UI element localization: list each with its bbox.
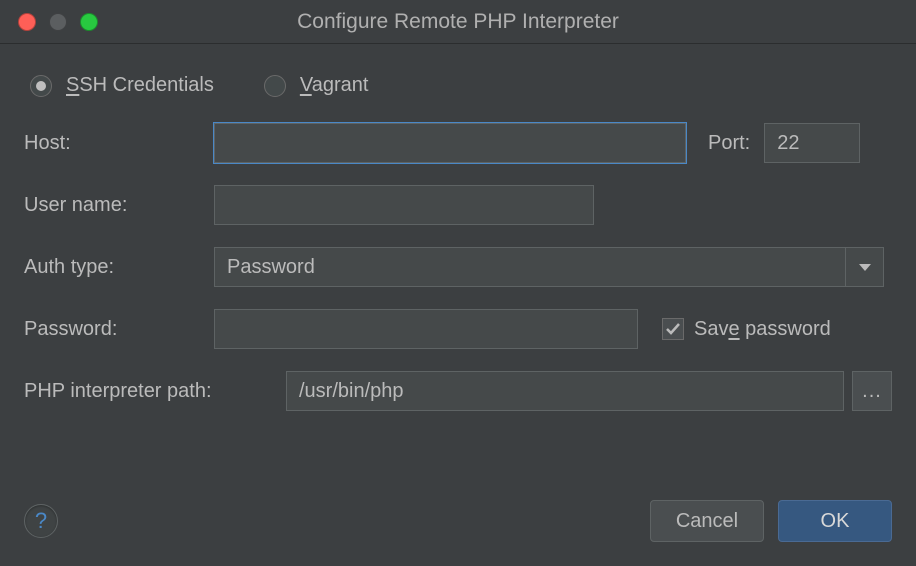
- traffic-lights: [0, 13, 98, 31]
- window-close-button[interactable]: [18, 13, 36, 31]
- auth-type-select[interactable]: Password: [214, 247, 884, 287]
- username-input[interactable]: [214, 185, 594, 225]
- connection-type-group: SSH Credentials Vagrant: [24, 74, 892, 97]
- password-input[interactable]: [214, 309, 638, 349]
- radio-icon: [30, 75, 52, 97]
- ok-button[interactable]: OK: [778, 500, 892, 542]
- window-zoom-button[interactable]: [80, 13, 98, 31]
- ssh-credentials-radio[interactable]: SSH Credentials: [30, 74, 214, 97]
- php-path-input[interactable]: [286, 371, 844, 411]
- host-input[interactable]: [214, 123, 686, 163]
- checkbox-icon: [662, 318, 684, 340]
- auth-type-value: Password: [214, 247, 846, 287]
- auth-type-label: Auth type:: [24, 256, 214, 279]
- ellipsis-icon: ...: [862, 380, 882, 403]
- cancel-button[interactable]: Cancel: [650, 500, 764, 542]
- dialog-footer: ? Cancel OK: [0, 500, 916, 566]
- password-label: Password:: [24, 318, 214, 341]
- help-icon: ?: [35, 508, 47, 534]
- port-label: Port:: [708, 132, 750, 155]
- vagrant-radio[interactable]: Vagrant: [264, 74, 369, 97]
- vagrant-label: Vagrant: [300, 74, 369, 97]
- save-password-checkbox[interactable]: Save password: [662, 318, 831, 341]
- dialog-content: SSH Credentials Vagrant Host: Port: User…: [0, 44, 916, 411]
- ssh-credentials-label: SSH Credentials: [66, 74, 214, 97]
- titlebar: Configure Remote PHP Interpreter: [0, 0, 916, 44]
- save-password-label: Save password: [694, 318, 831, 341]
- username-label: User name:: [24, 194, 214, 217]
- port-input[interactable]: [764, 123, 860, 163]
- chevron-down-icon: [859, 264, 871, 271]
- radio-icon: [264, 75, 286, 97]
- browse-path-button[interactable]: ...: [852, 371, 892, 411]
- help-button[interactable]: ?: [24, 504, 58, 538]
- window-title: Configure Remote PHP Interpreter: [0, 10, 916, 34]
- php-path-label: PHP interpreter path:: [24, 380, 286, 403]
- window-minimize-button[interactable]: [49, 13, 67, 31]
- auth-type-dropdown-button[interactable]: [846, 247, 884, 287]
- host-label: Host:: [24, 132, 214, 155]
